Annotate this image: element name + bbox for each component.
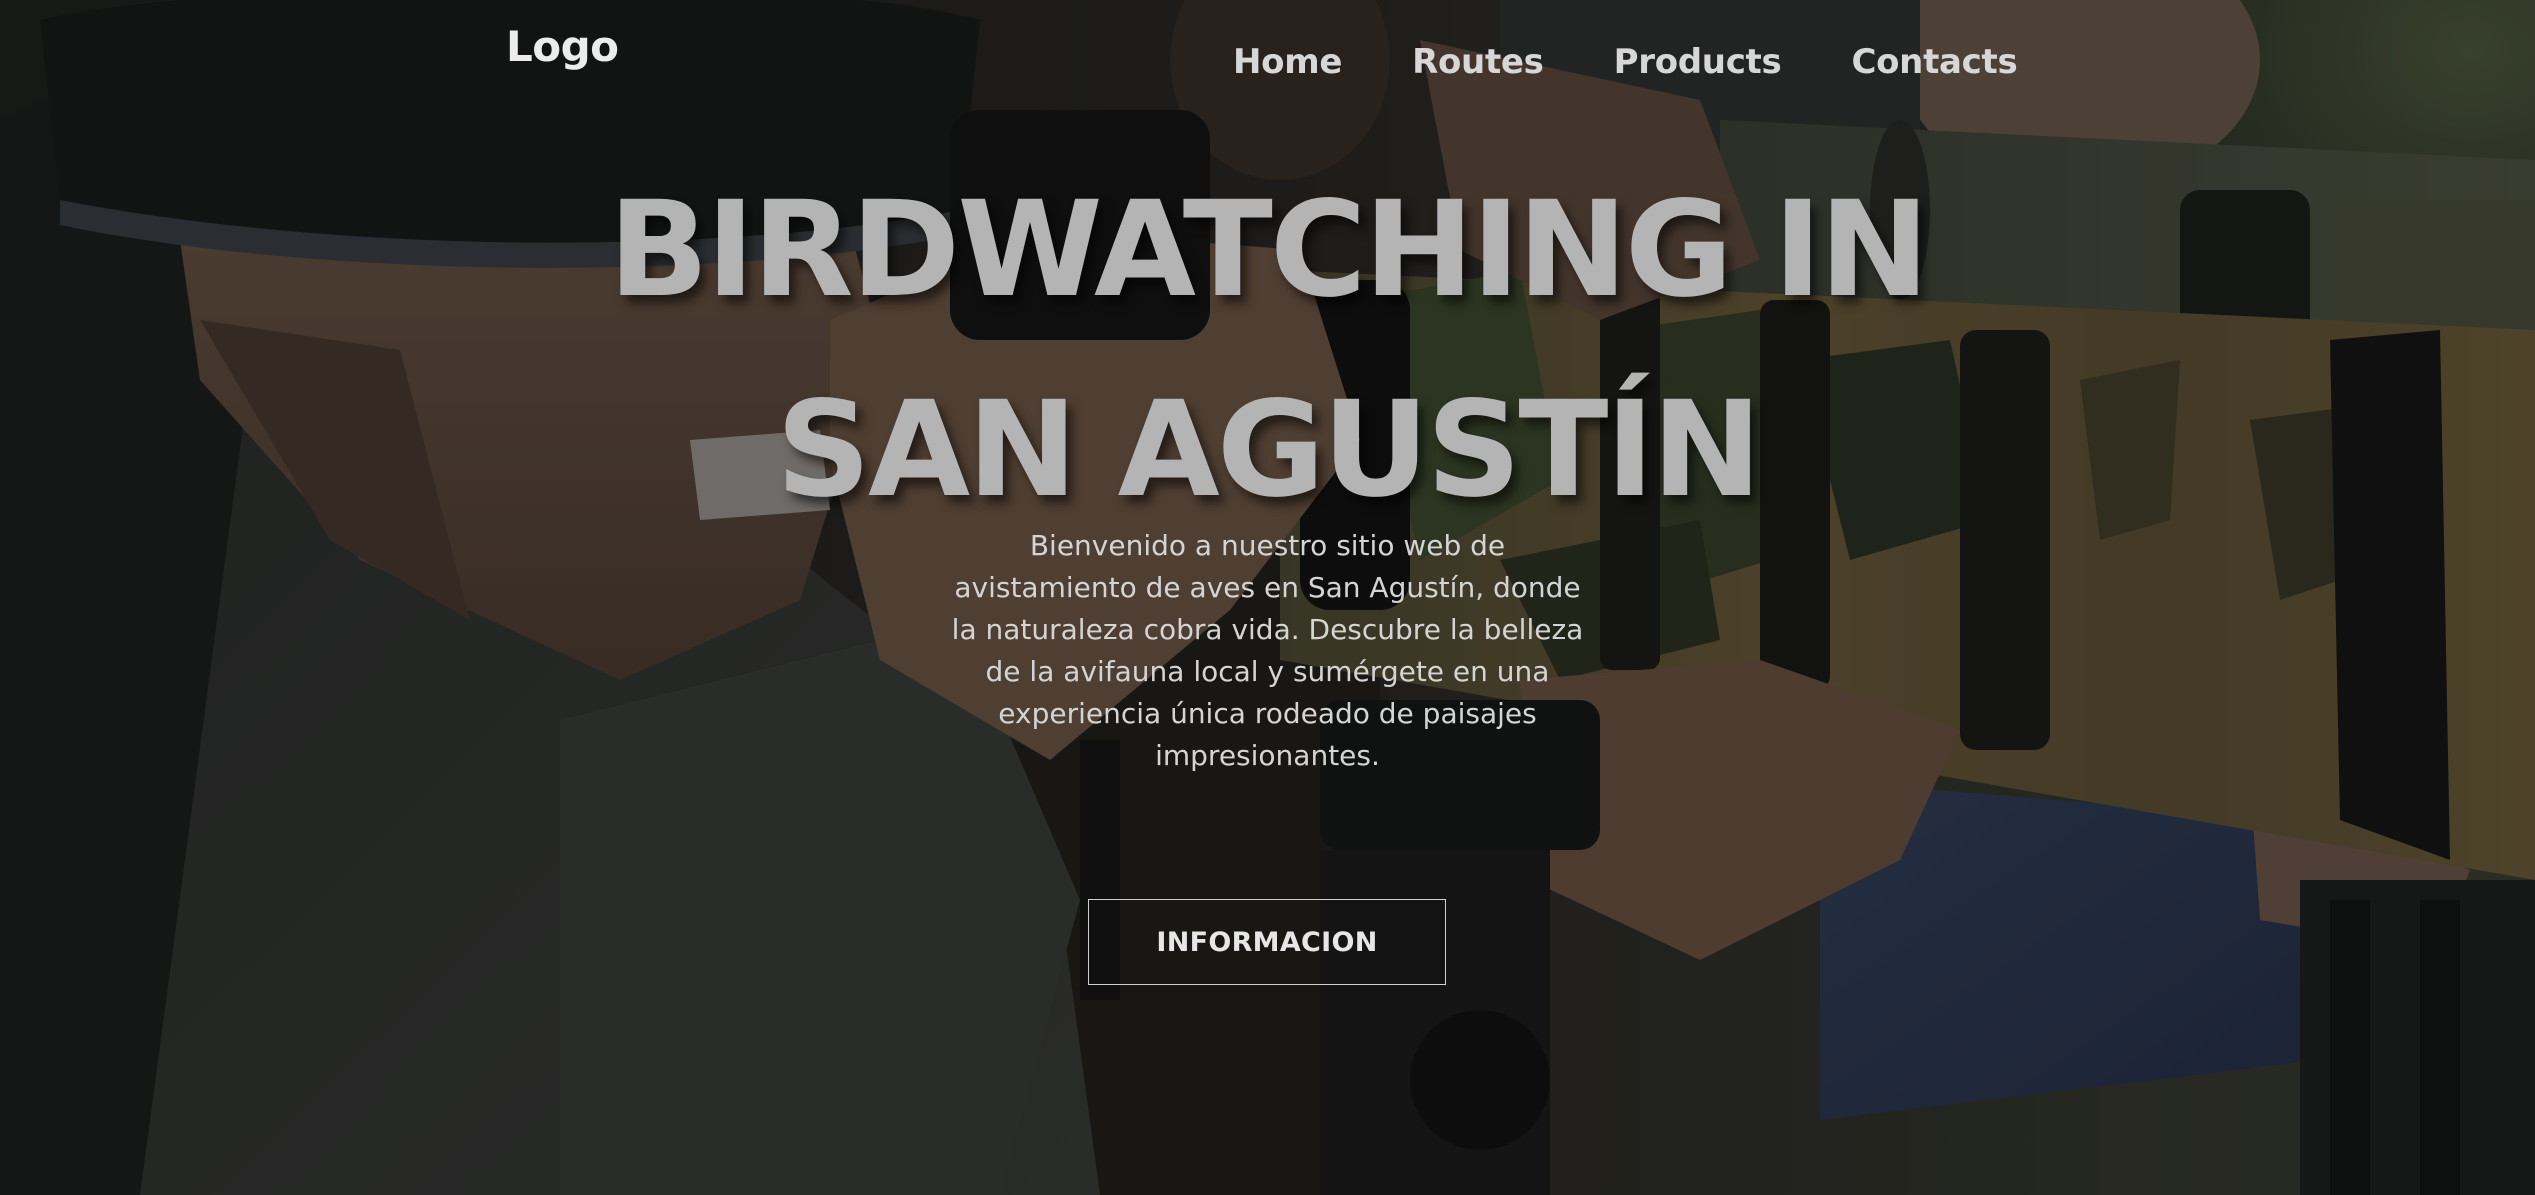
hero-title: BIRDWATCHING IN SAN AGUSTÍN [0,150,2535,550]
hero-section: Logo Home Routes Products Contacts BIRDW… [0,0,2535,1195]
hero-intro-text: Bienvenido a nuestro sitio web de avista… [951,529,1584,772]
hero-title-line-2: SAN AGUSTÍN [775,373,1762,527]
logo[interactable]: Logo [506,22,619,71]
nav-link-contacts[interactable]: Contacts [1851,42,2017,82]
informacion-button[interactable]: INFORMACION [1088,899,1446,985]
main-nav: Home Routes Products Contacts [1233,42,2018,82]
nav-link-routes[interactable]: Routes [1412,42,1544,82]
nav-link-home[interactable]: Home [1233,42,1342,82]
nav-link-products[interactable]: Products [1614,42,1782,82]
hero-title-line-1: BIRDWATCHING IN [608,173,1929,327]
